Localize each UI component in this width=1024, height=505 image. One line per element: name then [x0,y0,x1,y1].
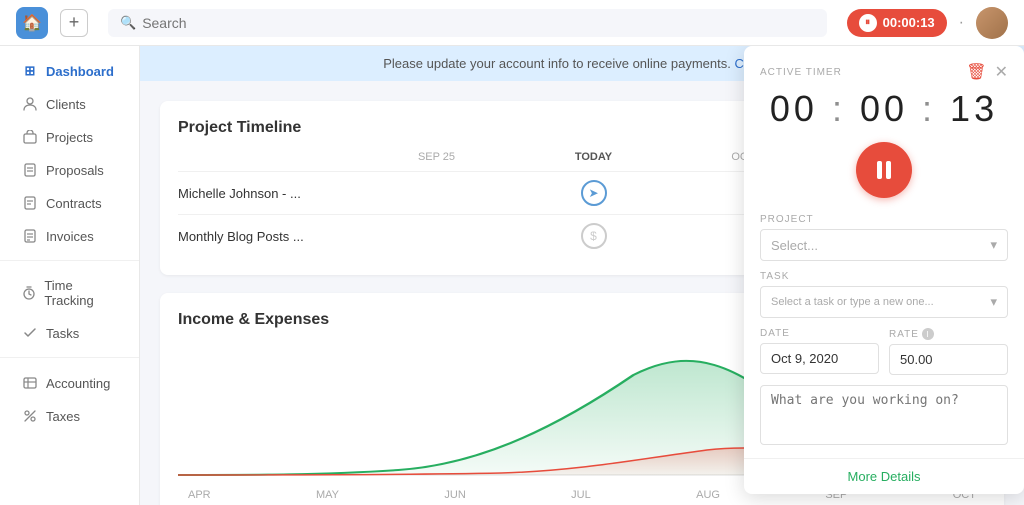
projects-icon [22,129,38,145]
task-select-value: Select a task or type a new one... [771,296,934,308]
time-tracking-icon [22,285,36,301]
sidebar-label-contracts: Contracts [46,196,102,211]
topbar: 🏠 + 🔍 00:00:13 · [0,0,1024,46]
sidebar-label-clients: Clients [46,97,86,112]
tasks-icon [22,325,38,341]
month-apr: APR [188,489,211,501]
more-details-button[interactable]: More Details [744,458,1024,494]
sidebar-item-contracts[interactable]: Contracts [6,187,133,219]
timer-popup: ACTIVE TIMER 🗑 ✕ 00 : 00 : 13 [744,46,1024,494]
timer-badge[interactable]: 00:00:13 [847,9,947,37]
sidebar-label-accounting: Accounting [46,376,110,391]
timer-minutes: 00 [860,88,908,129]
search-box: 🔍 [108,9,827,37]
sidebar: ⊞ Dashboard Clients Projects Proposals [0,46,140,505]
timer-badge-time: 00:00:13 [883,15,935,30]
task-select-chevron: ▾ [990,294,997,310]
timer-seconds: 13 [950,88,998,129]
date-field-label: DATE [760,328,879,339]
month-aug: AUG [696,489,720,501]
date-rate-row: DATE RATE i [760,328,1008,375]
sidebar-item-dashboard[interactable]: ⊞ Dashboard [6,55,133,87]
ellipsis-menu[interactable]: · [959,14,964,32]
sidebar-item-taxes[interactable]: Taxes [6,400,133,432]
task-field-label: TASK [760,271,1008,282]
search-input[interactable] [142,15,814,31]
timer-popup-actions: 🗑 ✕ [966,62,1008,82]
timeline-col-sep25: SEP 25 [358,151,515,163]
delete-timer-button[interactable]: 🗑 [966,62,986,82]
app-logo: 🏠 [16,7,48,39]
accounting-icon [22,375,38,391]
sidebar-label-dashboard: Dashboard [46,64,114,79]
sidebar-label-proposals: Proposals [46,163,104,178]
notes-textarea[interactable] [760,385,1008,445]
timeline-row-blog-label: Monthly Blog Posts ... [178,229,358,244]
dollar-marker-start: $ [581,223,607,249]
month-may: MAY [316,489,339,501]
invoices-icon [22,228,38,244]
sidebar-item-projects[interactable]: Projects [6,121,133,153]
sidebar-item-time-tracking[interactable]: Time Tracking [6,270,133,316]
month-jul: JUL [571,489,591,501]
task-select[interactable]: Select a task or type a new one... ▾ [760,286,1008,318]
rate-field-label: RATE i [889,328,1008,340]
project-select-value: Select... [771,238,818,253]
sidebar-item-proposals[interactable]: Proposals [6,154,133,186]
project-field: PROJECT Select... ▾ [760,214,1008,261]
timer-hours: 00 [770,88,818,129]
pause-timer-button[interactable] [856,142,912,198]
add-button[interactable]: + [60,9,88,37]
timer-popup-display: 00 : 00 : 13 [760,88,1008,130]
project-select[interactable]: Select... ▾ [760,229,1008,261]
rate-input[interactable] [889,344,1008,375]
project-select-chevron: ▾ [990,237,997,253]
active-timer-label: ACTIVE TIMER [760,67,842,78]
timeline-cell-2[interactable]: ➤ [515,180,672,206]
task-field: TASK Select a task or type a new one... … [760,271,1008,318]
pin-marker: ➤ [581,180,607,206]
sidebar-label-invoices: Invoices [46,229,94,244]
dashboard-icon: ⊞ [22,63,38,79]
clients-icon [22,96,38,112]
contracts-icon [22,195,38,211]
sidebar-label-projects: Projects [46,130,93,145]
pause-icon-small [859,14,877,32]
banner-text: Please update your account info to recei… [383,56,731,71]
project-field-label: PROJECT [760,214,1008,225]
sidebar-item-invoices[interactable]: Invoices [6,220,133,252]
avatar[interactable] [976,7,1008,39]
timer-popup-header: ACTIVE TIMER 🗑 ✕ [760,62,1008,82]
topbar-right: 00:00:13 · [847,7,1008,39]
sidebar-label-time-tracking: Time Tracking [44,278,117,308]
timeline-col-today: TODAY [515,151,672,163]
sidebar-label-tasks: Tasks [46,326,79,341]
date-input[interactable] [760,343,879,374]
timeline-cell-blog-2[interactable]: $ [515,223,672,249]
sidebar-item-accounting[interactable]: Accounting [6,367,133,399]
sidebar-label-taxes: Taxes [46,409,80,424]
search-icon: 🔍 [120,15,136,31]
taxes-icon [22,408,38,424]
rate-info-icon[interactable]: i [922,328,934,340]
income-expenses-title: Income & Expenses [178,311,329,329]
timeline-row-michelle-label: Michelle Johnson - ... [178,186,358,201]
sidebar-item-tasks[interactable]: Tasks [6,317,133,349]
proposals-icon [22,162,38,178]
sidebar-item-clients[interactable]: Clients [6,88,133,120]
main-content-area: Please update your account info to recei… [140,46,1024,505]
close-timer-button[interactable]: ✕ [995,62,1008,82]
month-jun: JUN [444,489,465,501]
pause-icon-large [877,161,891,179]
date-field: DATE [760,328,879,375]
rate-field: RATE i [889,328,1008,375]
